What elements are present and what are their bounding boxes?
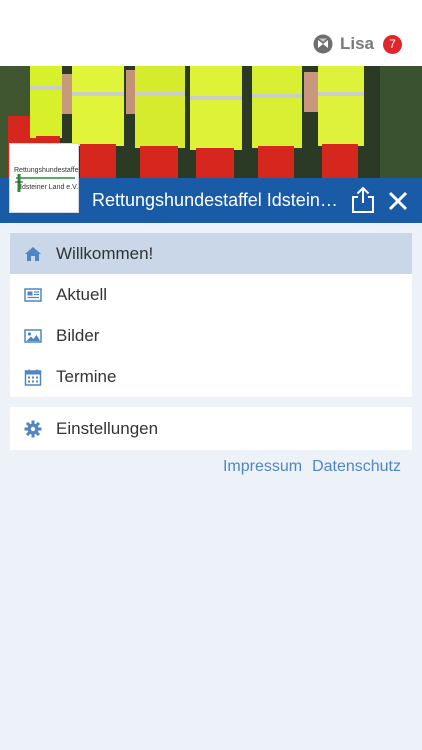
footer-links: Impressum Datenschutz [223, 458, 401, 478]
user-menu[interactable]: Lisa 7 [313, 33, 402, 55]
menu-item-willkommen[interactable]: Willkommen! [10, 233, 412, 274]
menu-item-aktuell[interactable]: Aktuell [10, 274, 412, 315]
impressum-link[interactable]: Impressum [223, 458, 302, 478]
app-logo-icon [313, 34, 333, 54]
logo-text-line2: Idsteiner Land e.V. [20, 184, 79, 191]
menu-item-label: Termine [56, 366, 117, 386]
top-bar: Lisa 7 [0, 0, 422, 66]
close-icon[interactable] [386, 189, 410, 213]
menu-item-termine[interactable]: Termine [10, 356, 412, 397]
logo-text-line1: Rettungshundestaffel [14, 167, 81, 174]
gear-icon [24, 420, 42, 438]
share-icon[interactable] [350, 186, 376, 214]
menu-item-label: Willkommen! [56, 243, 154, 263]
calendar-icon [24, 369, 42, 386]
notification-badge[interactable]: 7 [383, 34, 402, 54]
home-icon [25, 247, 41, 261]
menu-item-einstellungen[interactable]: Einstellungen [10, 407, 412, 450]
menu-item-bilder[interactable]: Bilder [10, 315, 412, 356]
main-menu: Willkommen! Aktuell Bilder Termine [10, 233, 412, 397]
menu-item-label: Einstellungen [56, 418, 159, 438]
org-logo: Rettungshundestaffel Idsteiner Land e.V. [9, 143, 81, 213]
settings-menu: Einstellungen [10, 407, 412, 450]
newspaper-icon [24, 288, 42, 302]
user-name: Lisa [339, 34, 374, 53]
org-name: Rettungshundestaffel Idsteiner Land e.V. [92, 190, 344, 210]
datenschutz-link[interactable]: Datenschutz [312, 458, 401, 478]
image-icon [24, 329, 42, 343]
menu-item-label: Bilder [56, 325, 100, 345]
menu-item-label: Aktuell [56, 284, 108, 304]
